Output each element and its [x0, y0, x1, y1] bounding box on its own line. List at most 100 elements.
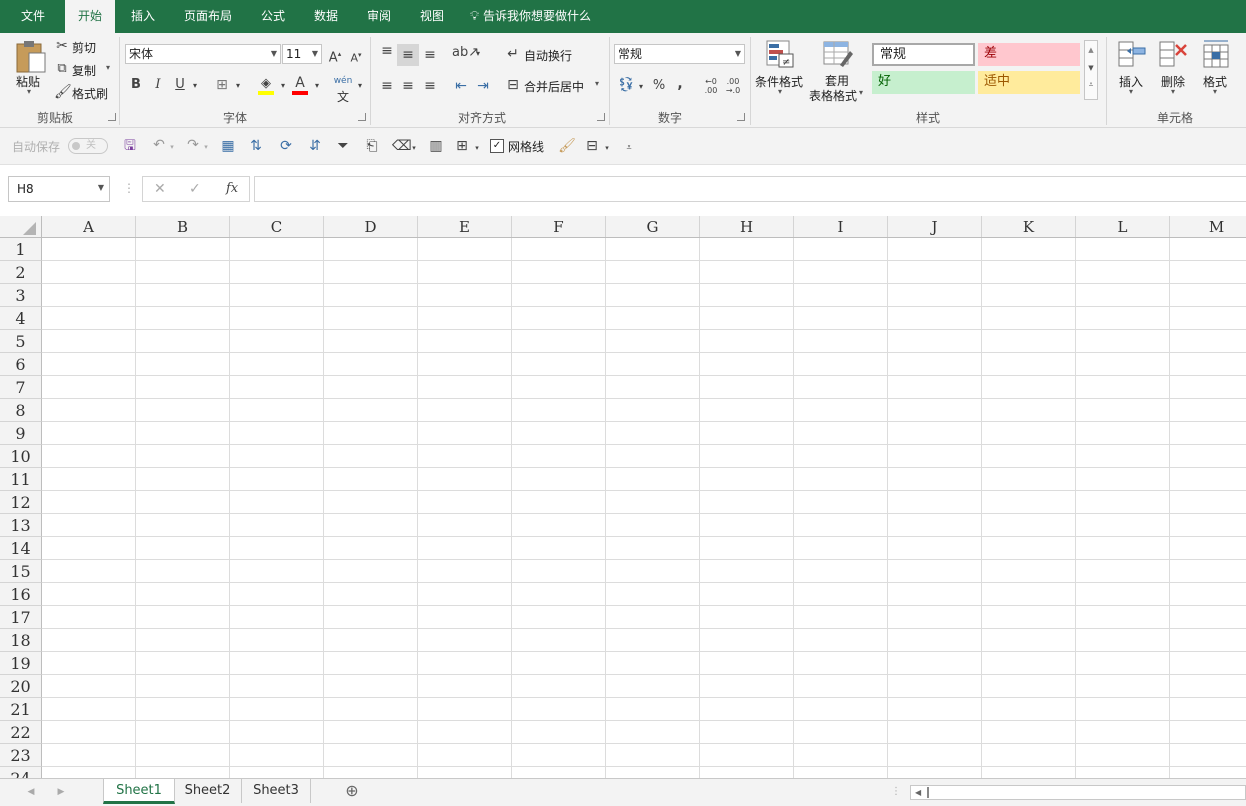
sheet-tab-sheet2[interactable]: Sheet2 [174, 779, 242, 803]
row-header-15[interactable]: 15 [0, 560, 42, 583]
row-header-21[interactable]: 21 [0, 698, 42, 721]
orientation-icon[interactable]: ab↗ [452, 45, 479, 61]
autosave-toggle[interactable]: 自动保存 关 [12, 138, 112, 156]
filter-icon[interactable]: ⏷ [334, 138, 352, 154]
row-header-14[interactable]: 14 [0, 537, 42, 560]
column-header-m[interactable]: M [1170, 216, 1246, 238]
align-center-icon[interactable]: ≡ [399, 78, 417, 94]
tab-review[interactable]: 审阅 [359, 0, 399, 33]
sheet-tab-sheet1[interactable]: Sheet1 [103, 779, 175, 804]
column-header-a[interactable]: A [42, 216, 136, 238]
row-header-9[interactable]: 9 [0, 422, 42, 445]
row-header-1[interactable]: 1 [0, 238, 42, 261]
number-format-dropdown[interactable]: 常规 ▼ [614, 44, 745, 64]
delete-cells-button[interactable]: 删除 ▾ [1156, 39, 1192, 105]
align-bottom-icon[interactable]: ≡ [421, 47, 439, 63]
sheet-tab-sheet3[interactable]: Sheet3 [242, 779, 311, 803]
resize-handle-icon[interactable]: ⋮ [891, 784, 901, 800]
chevron-down-icon[interactable]: ▾ [473, 46, 483, 62]
clear-icon[interactable]: ⎗ [363, 138, 381, 154]
group-icon[interactable]: ⊞ [453, 138, 471, 154]
resize-handle-icon[interactable]: ⋮ [123, 181, 135, 195]
gallery-more-icon[interactable]: ⩡ [1085, 77, 1097, 93]
font-color-icon[interactable]: A [290, 75, 310, 95]
column-header-j[interactable]: J [888, 216, 982, 238]
align-right-icon[interactable]: ≡ [421, 78, 439, 94]
column-header-b[interactable]: B [136, 216, 230, 238]
eraser-icon[interactable]: ⌫ [392, 138, 412, 154]
scroll-left-icon[interactable]: ◀ [25, 784, 37, 800]
row-header-24[interactable]: 24 [0, 767, 42, 778]
scrollbar-thumb[interactable] [927, 787, 929, 798]
format-cells-button[interactable]: 格式 ▾ [1198, 39, 1234, 105]
chevron-up-icon[interactable]: ▲ [1085, 41, 1097, 59]
column-header-i[interactable]: I [794, 216, 888, 238]
align-top-icon[interactable]: ≡ [378, 43, 396, 59]
column-header-e[interactable]: E [418, 216, 512, 238]
tell-me-search[interactable]: 💡︎ 告诉我你想要做什么 [470, 0, 605, 33]
tab-formulas[interactable]: 公式 [253, 0, 293, 33]
worksheet-grid[interactable]: ABCDEFGHIJKLM 1 2 3 4 5 6 7 8 9 10 11 12 13 14 15 16 17 1… [0, 212, 1246, 778]
decrease-indent-icon[interactable]: ⇤ [452, 78, 470, 94]
row-header-12[interactable]: 12 [0, 491, 42, 514]
table-icon[interactable]: ▦ [219, 138, 237, 154]
column-header-l[interactable]: L [1076, 216, 1170, 238]
row-header-18[interactable]: 18 [0, 629, 42, 652]
name-box[interactable]: H8 ▼ [8, 176, 110, 202]
recalculate-icon[interactable]: ⟳ [277, 138, 295, 154]
increase-decimal-icon[interactable]: ←0.00 [702, 77, 720, 95]
select-all-button[interactable] [0, 216, 42, 238]
scroll-right-icon[interactable]: ▶ [55, 784, 67, 800]
customize-toolbar-icon[interactable]: ⩡ [624, 140, 634, 156]
align-middle-icon[interactable]: ≡ [397, 44, 419, 66]
increase-indent-icon[interactable]: ⇥ [474, 78, 492, 94]
chevron-down-icon[interactable]: ▾ [168, 139, 176, 155]
tab-home[interactable]: 开始 [65, 0, 115, 34]
chevron-down-icon[interactable]: ▾ [278, 78, 288, 94]
chevron-down-icon[interactable]: ▾ [473, 140, 481, 156]
font-name-dropdown[interactable]: 宋体 ▼ [125, 44, 281, 64]
column-header-h[interactable]: H [700, 216, 794, 238]
formula-input[interactable] [254, 176, 1246, 202]
percent-button[interactable]: % [650, 78, 668, 94]
row-header-3[interactable]: 3 [0, 284, 42, 307]
chevron-down-icon[interactable]: ▼ [1085, 59, 1097, 77]
row-header-7[interactable]: 7 [0, 376, 42, 399]
increase-font-icon[interactable]: A▴ [326, 46, 344, 66]
chevron-down-icon[interactable]: ▾ [603, 140, 611, 156]
dialog-launcher-icon[interactable] [108, 113, 116, 121]
undo-icon[interactable]: ↶ [150, 137, 168, 153]
column-header-g[interactable]: G [606, 216, 700, 238]
gridlines-checkbox[interactable]: ✓ 网格线 [490, 137, 550, 155]
row-header-2[interactable]: 2 [0, 261, 42, 284]
format-as-table-button[interactable]: 套用 表格格式 ▾ [808, 39, 868, 105]
row-header-11[interactable]: 11 [0, 468, 42, 491]
bold-button[interactable]: B [128, 77, 144, 93]
style-good[interactable]: 好 [872, 71, 975, 94]
tab-insert[interactable]: 插入 [123, 0, 163, 33]
styles-gallery-scroll[interactable]: ▲ ▼ ⩡ [1084, 40, 1098, 100]
row-header-8[interactable]: 8 [0, 399, 42, 422]
column-header-d[interactable]: D [324, 216, 418, 238]
dialog-launcher-icon[interactable] [597, 113, 605, 121]
row-header-4[interactable]: 4 [0, 307, 42, 330]
add-sheet-icon[interactable]: ⊕ [342, 783, 362, 799]
merge-center-button[interactable]: ⊟ 合并后居中 ▾ [505, 77, 605, 95]
chevron-down-icon[interactable]: ▾ [202, 139, 210, 155]
sort-icon[interactable]: ⇅ [247, 138, 265, 154]
layout-icon[interactable]: ⊟ [583, 138, 601, 154]
comma-style-button[interactable]: , [673, 76, 687, 92]
redo-icon[interactable]: ↷ [184, 137, 202, 153]
wrap-text-button[interactable]: ↵ 自动换行 [505, 46, 585, 64]
style-neutral[interactable]: 适中 [978, 71, 1080, 94]
dialog-launcher-icon[interactable] [737, 113, 745, 121]
underline-button[interactable]: U [172, 77, 188, 93]
format-painter-button[interactable]: 🖌︎ 格式刷 [54, 84, 114, 102]
insert-function-icon[interactable]: fx [226, 181, 238, 196]
column-header-f[interactable]: F [512, 216, 606, 238]
scroll-left-icon[interactable]: ◀ [915, 786, 921, 799]
align-left-icon[interactable]: ≡ [378, 78, 396, 94]
row-header-19[interactable]: 19 [0, 652, 42, 675]
chevron-down-icon[interactable]: ▾ [190, 78, 200, 94]
horizontal-scrollbar[interactable]: ◀ [910, 785, 1246, 800]
